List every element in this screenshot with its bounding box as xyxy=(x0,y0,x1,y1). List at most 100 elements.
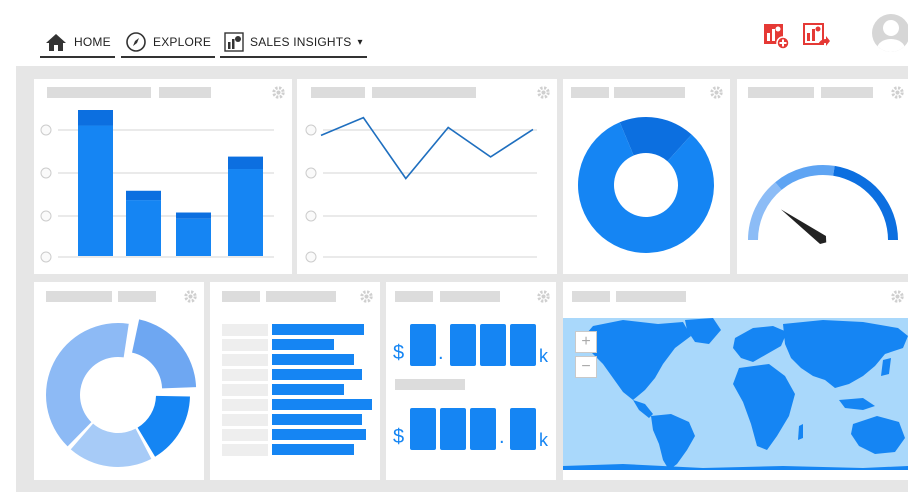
bar xyxy=(176,218,211,256)
axis-dot xyxy=(305,167,317,179)
title-placeholder xyxy=(572,291,610,302)
title-placeholder xyxy=(222,291,260,302)
nav-sales-insights-label: SALES INSIGHTS xyxy=(250,35,352,49)
bar xyxy=(78,125,113,256)
row-label-placeholder xyxy=(222,429,268,441)
hbar xyxy=(272,384,344,395)
axis-dot xyxy=(305,210,317,222)
hbar xyxy=(272,324,364,335)
hbar xyxy=(272,339,334,350)
row-label-placeholder xyxy=(222,354,268,366)
bar-cap xyxy=(176,212,211,219)
share-report-icon[interactable] xyxy=(802,22,830,50)
axis-dot xyxy=(40,124,52,136)
title-placeholder xyxy=(821,87,873,98)
kpi-two-unit: k xyxy=(539,430,548,450)
gear-icon[interactable] xyxy=(890,289,905,304)
row-label-placeholder xyxy=(222,444,268,456)
title-placeholder xyxy=(616,291,686,302)
gauge-band xyxy=(775,165,835,190)
kpi-two-digit xyxy=(510,408,536,450)
title-placeholder xyxy=(46,291,112,302)
title-placeholder xyxy=(159,87,211,98)
gear-icon[interactable] xyxy=(271,85,286,100)
row-label-placeholder xyxy=(222,339,268,351)
kpi-one-digit xyxy=(450,324,476,366)
axis-dot xyxy=(305,124,317,136)
title-placeholder xyxy=(311,87,365,98)
axis-dot xyxy=(40,167,52,179)
bar-chart xyxy=(40,110,274,263)
kpi-one-digit xyxy=(410,324,436,366)
gauge-chart xyxy=(748,165,898,245)
report-icon xyxy=(224,32,244,52)
gauge-needle xyxy=(780,209,827,245)
axis-dot xyxy=(40,251,52,263)
gear-icon[interactable] xyxy=(890,85,905,100)
line-series xyxy=(320,116,534,180)
title-placeholder xyxy=(372,87,476,98)
title-placeholder xyxy=(47,87,151,98)
map-zoom-out-button[interactable]: − xyxy=(575,356,597,378)
row-label-placeholder xyxy=(222,324,268,336)
kpi-one-currency: $ xyxy=(393,342,405,364)
row-label-placeholder xyxy=(222,414,268,426)
bar-cap xyxy=(78,110,113,126)
gear-icon[interactable] xyxy=(536,289,551,304)
title-placeholder xyxy=(571,87,609,98)
kpi-one-separator: . xyxy=(438,342,444,364)
gauge-band xyxy=(833,165,898,240)
kpi-one-digit xyxy=(510,324,536,366)
hbar xyxy=(272,354,354,365)
kpi-two-separator: . xyxy=(499,426,505,448)
map-zoom-in-button[interactable]: + xyxy=(575,331,597,353)
kpi-label-placeholder xyxy=(395,379,465,390)
bar-cap xyxy=(126,190,161,201)
hbar xyxy=(272,399,372,410)
gauge-band xyxy=(748,182,782,240)
nav-sales-insights[interactable]: SALES INSIGHTS ▾ xyxy=(220,30,367,58)
segmented-donut-chart xyxy=(45,319,197,467)
hbar xyxy=(272,414,362,425)
chevron-down-icon: ▾ xyxy=(357,36,363,48)
donut-slice xyxy=(132,319,197,389)
compass-icon xyxy=(126,32,146,52)
kpi-two-digit xyxy=(440,408,466,450)
title-placeholder xyxy=(614,87,685,98)
avatar-head xyxy=(883,20,899,36)
world-map[interactable] xyxy=(563,318,908,470)
kpi-one-unit: k xyxy=(539,346,548,366)
kpi-two-digit xyxy=(410,408,436,450)
title-placeholder xyxy=(395,291,433,302)
nav-home-label: HOME xyxy=(74,35,111,49)
row-label-placeholder xyxy=(222,399,268,411)
gear-icon[interactable] xyxy=(359,289,374,304)
axis-dot xyxy=(40,210,52,222)
bar xyxy=(228,169,263,256)
donut-slice xyxy=(45,323,129,447)
row-label-placeholder xyxy=(222,369,268,381)
row-label-placeholder xyxy=(222,384,268,396)
gear-icon[interactable] xyxy=(183,289,198,304)
bar-cap xyxy=(228,156,263,170)
bar xyxy=(126,200,161,256)
hbar xyxy=(272,369,362,380)
gear-icon[interactable] xyxy=(709,85,724,100)
donut-chart xyxy=(578,117,714,253)
hbar xyxy=(272,429,366,440)
axis-dot xyxy=(305,251,317,263)
gear-icon[interactable] xyxy=(536,85,551,100)
title-placeholder xyxy=(266,291,336,302)
title-placeholder xyxy=(748,87,814,98)
kpi-one-digit xyxy=(480,324,506,366)
nav-explore[interactable]: EXPLORE xyxy=(121,30,216,58)
title-placeholder xyxy=(118,291,156,302)
title-placeholder xyxy=(440,291,500,302)
kpi-two-digit xyxy=(470,408,496,450)
kpi-two-currency: $ xyxy=(393,426,405,448)
avatar[interactable] xyxy=(872,14,908,52)
nav-home[interactable]: HOME xyxy=(40,30,115,58)
home-icon xyxy=(46,34,66,51)
line-chart xyxy=(305,116,537,263)
add-report-icon[interactable] xyxy=(762,22,790,50)
